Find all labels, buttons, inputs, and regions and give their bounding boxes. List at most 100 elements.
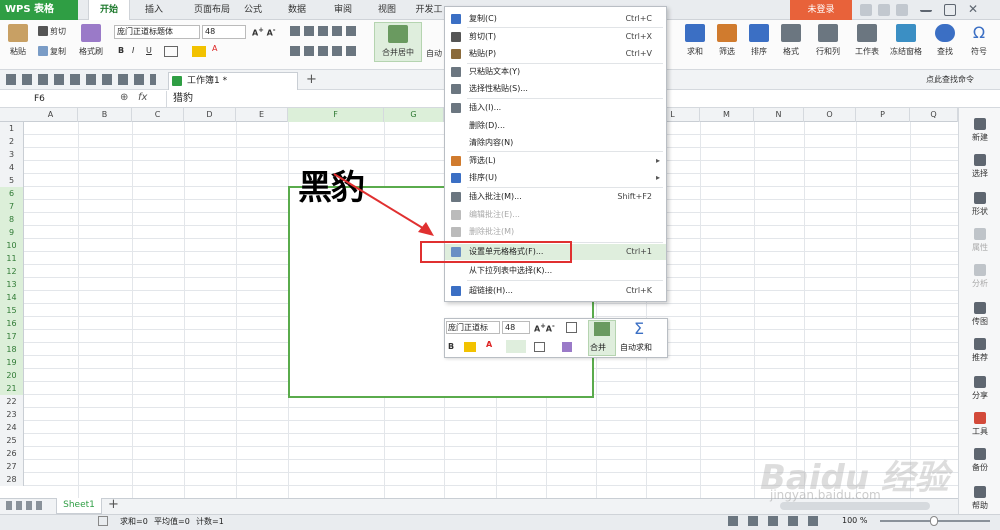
row-header-11[interactable]: 11	[0, 252, 24, 265]
column-header-p[interactable]: P	[856, 108, 910, 122]
row-header-8[interactable]: 8	[0, 213, 24, 226]
pane-help-button[interactable]: 帮助	[959, 486, 1000, 511]
column-header-o[interactable]: O	[804, 108, 856, 122]
column-header-g[interactable]: G	[384, 108, 444, 122]
font-name-select[interactable]: 庞门正道标题体	[114, 25, 200, 39]
row-header-24[interactable]: 24	[0, 421, 24, 434]
row-header-17[interactable]: 17	[0, 330, 24, 343]
add-sheet-icon[interactable]: +	[108, 497, 119, 512]
font-color-icon[interactable]: A	[212, 44, 217, 53]
row-header-13[interactable]: 13	[0, 278, 24, 291]
copy-button[interactable]: 复制	[38, 46, 66, 57]
row-header-4[interactable]: 4	[0, 161, 24, 174]
column-header-e[interactable]: E	[236, 108, 288, 122]
tab-formula[interactable]: 公式	[238, 0, 268, 20]
row-header-16[interactable]: 16	[0, 317, 24, 330]
document-tab[interactable]: 工作簿1 *	[168, 72, 298, 90]
menu-item-clear-content[interactable]: 清除内容(N)	[445, 135, 666, 151]
column-header-a[interactable]: A	[24, 108, 78, 122]
menu-item-insert-comment[interactable]: 插入批注(M)... Shift+F2	[445, 189, 666, 205]
row-header-14[interactable]: 14	[0, 291, 24, 304]
bold-button[interactable]: B	[118, 46, 124, 55]
menu-item-paste-text[interactable]: 只粘贴文本(Y)	[445, 64, 666, 80]
row-header-20[interactable]: 20	[0, 369, 24, 382]
horizontal-scrollbar[interactable]	[780, 502, 930, 510]
cut-button[interactable]: 剪切	[38, 26, 66, 37]
font-size-select[interactable]: 48	[202, 25, 246, 39]
mini-align-icon[interactable]	[506, 340, 526, 353]
mini-grow-font-icon[interactable]: A+A-	[534, 322, 555, 334]
row-header-15[interactable]: 15	[0, 304, 24, 317]
help-icon[interactable]	[896, 4, 908, 16]
column-header-m[interactable]: M	[700, 108, 754, 122]
pane-share-button[interactable]: 分享	[959, 376, 1000, 401]
mini-font-select[interactable]: 庞门正道标	[446, 321, 500, 334]
freeze-button[interactable]: 冻结窗格	[886, 24, 926, 57]
column-header-f[interactable]: F	[288, 108, 384, 122]
pane-properties-button[interactable]: 属性	[959, 228, 1000, 253]
menu-item-pick-from-list[interactable]: 从下拉列表中选择(K)...	[445, 263, 666, 279]
pane-upload-image-button[interactable]: 传图	[959, 302, 1000, 327]
tab-review[interactable]: 审阅	[328, 0, 358, 20]
tab-start[interactable]: 开始	[88, 0, 130, 20]
pane-backup-button[interactable]: 备份	[959, 448, 1000, 473]
column-header-n[interactable]: N	[754, 108, 804, 122]
row-header-9[interactable]: 9	[0, 226, 24, 239]
row-header-1[interactable]: 1	[0, 122, 24, 135]
column-header-d[interactable]: D	[184, 108, 236, 122]
tab-page-layout[interactable]: 页面布局	[182, 0, 242, 20]
mini-font-color-icon[interactable]: A	[486, 340, 492, 349]
close-icon[interactable]: ✕	[968, 2, 982, 16]
sort-button[interactable]: 排序	[744, 24, 774, 57]
menu-item-filter[interactable]: 筛选(L) ▸	[445, 153, 666, 169]
mini-comment-icon[interactable]	[566, 322, 577, 333]
pane-tools-button[interactable]: 工具	[959, 412, 1000, 437]
tab-insert[interactable]: 插入	[136, 0, 172, 20]
mini-clear-icon[interactable]	[562, 342, 572, 352]
italic-button[interactable]: I	[132, 46, 134, 55]
auto-wrap-button[interactable]: 自动	[426, 48, 442, 59]
filter-button[interactable]: 筛选	[712, 24, 742, 57]
menu-item-insert[interactable]: 插入(I)...	[445, 100, 666, 116]
sheet-nav-arrows[interactable]	[6, 501, 46, 510]
mini-autosum-label[interactable]: 自动求和	[620, 342, 652, 353]
row-header-6[interactable]: 6	[0, 187, 24, 200]
mini-sigma-icon[interactable]: Σ	[634, 319, 644, 338]
row-header-22[interactable]: 22	[0, 395, 24, 408]
mini-border-icon[interactable]	[534, 342, 545, 352]
mini-fill-icon[interactable]	[464, 342, 476, 352]
sum-button[interactable]: 求和	[680, 24, 710, 57]
menu-item-delete[interactable]: 删除(D)...	[445, 118, 666, 134]
tab-data[interactable]: 数据	[282, 0, 312, 20]
menu-item-sort[interactable]: 排序(U) ▸	[445, 170, 666, 186]
worksheet-button[interactable]: 工作表	[850, 24, 884, 57]
row-header-19[interactable]: 19	[0, 356, 24, 369]
column-header-c[interactable]: C	[132, 108, 184, 122]
rowcol-button[interactable]: 行和列	[808, 24, 848, 57]
menu-item-cut[interactable]: 剪切(T) Ctrl+X	[445, 29, 666, 45]
border-icon[interactable]	[164, 46, 178, 57]
zoom-icon[interactable]: ⊕	[120, 92, 128, 103]
login-button[interactable]: 未登录	[790, 0, 852, 20]
tab-view[interactable]: 视图	[372, 0, 402, 20]
row-header-12[interactable]: 12	[0, 265, 24, 278]
zoom-slider-thumb[interactable]	[930, 516, 938, 526]
row-header-5[interactable]: 5	[0, 174, 24, 187]
fx-icon[interactable]: fx	[138, 92, 147, 103]
row-header-7[interactable]: 7	[0, 200, 24, 213]
grow-font-button[interactable]: A+ A-	[252, 26, 276, 38]
align-horizontal-icons[interactable]	[290, 46, 360, 56]
underline-button[interactable]: U	[146, 46, 152, 55]
column-header-q[interactable]: Q	[910, 108, 958, 122]
name-box[interactable]: F6	[2, 92, 90, 106]
menu-item-paste[interactable]: 粘贴(P) Ctrl+V	[445, 46, 666, 62]
format-button[interactable]: 格式	[776, 24, 806, 57]
row-header-28[interactable]: 28	[0, 473, 24, 486]
pane-shape-button[interactable]: 形状	[959, 192, 1000, 217]
row-header-10[interactable]: 10	[0, 239, 24, 252]
menu-item-hyperlink[interactable]: 超链接(H)... Ctrl+K	[445, 283, 666, 299]
view-mode-icons[interactable]	[728, 516, 828, 526]
pane-analyze-button[interactable]: 分析	[959, 264, 1000, 289]
row-header-25[interactable]: 25	[0, 434, 24, 447]
row-header-23[interactable]: 23	[0, 408, 24, 421]
